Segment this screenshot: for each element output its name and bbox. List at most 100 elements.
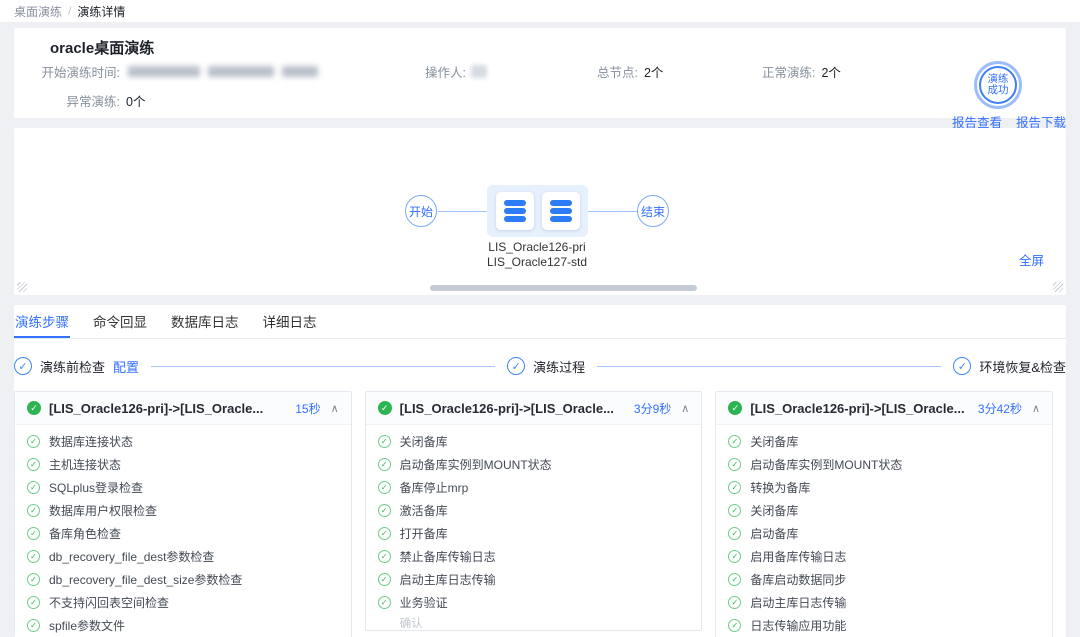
check-circle-icon: ✓ (728, 481, 741, 494)
tab-drill-steps[interactable]: 演练步骤 (14, 305, 70, 338)
check-circle-icon: ✓ (728, 504, 741, 517)
check-circle-icon: ✓ (728, 435, 741, 448)
phase-process-label: 演练过程 (533, 357, 585, 376)
drill-success-badge-text: 演练 成功 (979, 66, 1017, 104)
breadcrumb-separator: / (68, 4, 71, 18)
flow-start-node: 开始 (405, 195, 437, 227)
tab-database-log[interactable]: 数据库日志 (170, 305, 240, 338)
card-duration: 3分42秒 (978, 400, 1022, 417)
collapse-icon[interactable]: ∧ (1032, 402, 1040, 415)
resize-grip-left-icon[interactable] (17, 282, 27, 292)
list-item: ✓启用备库传输日志 (728, 545, 1040, 568)
start-time-field: 开始演练时间: (30, 62, 318, 81)
phase-restore: ✓ 环境恢复&检查 (953, 357, 1066, 376)
database-icon (504, 200, 526, 222)
list-item: ✓db_recovery_file_dest_size参数检查 (27, 568, 339, 591)
db-node-standby[interactable] (542, 192, 580, 230)
start-time-redacted-2 (208, 66, 274, 77)
flow-connector-1 (438, 211, 487, 212)
config-link[interactable]: 配置 (113, 357, 139, 376)
start-time-label: 开始演练时间: (30, 62, 120, 81)
card-header[interactable]: ✓ [LIS_Oracle126-pri]->[LIS_Oracle... 15… (15, 392, 351, 425)
normal-drill-field: 正常演练: 2个 (762, 62, 841, 81)
check-circle-icon: ✓ (378, 435, 391, 448)
node-label-standby: LIS_Oracle127-std (437, 255, 637, 270)
item-label: 关闭备库 (400, 433, 448, 450)
item-label: 启动备库 (750, 525, 798, 542)
item-label: 备库启动数据同步 (750, 571, 846, 588)
drill-detail-panel: 演练步骤 命令回显 数据库日志 详细日志 ✓ 演练前检查 配置 ✓ 演练过程 ✓… (14, 305, 1066, 637)
operator-redacted (471, 65, 487, 78)
horizontal-scrollbar[interactable] (430, 285, 697, 291)
check-circle-icon: ✓ (378, 481, 391, 494)
tab-command-echo[interactable]: 命令回显 (92, 305, 148, 338)
fullscreen-link[interactable]: 全屏 (1019, 250, 1044, 269)
collapse-icon[interactable]: ∧ (331, 402, 339, 415)
phase-restore-label: 环境恢复&检查 (979, 357, 1066, 376)
total-nodes-field: 总节点: 2个 (597, 62, 663, 81)
step-card-precheck: ✓ [LIS_Oracle126-pri]->[LIS_Oracle... 15… (14, 391, 352, 637)
breadcrumb-parent[interactable]: 桌面演练 (14, 3, 62, 20)
item-label: SQLplus登录检查 (49, 479, 143, 496)
tab-detail-log[interactable]: 详细日志 (262, 305, 318, 338)
check-circle-icon: ✓ (728, 619, 741, 632)
list-item: ✓关闭备库 (728, 499, 1040, 522)
list-item: ✓备库停止mrp (378, 476, 690, 499)
check-circle-icon: ✓ (953, 357, 971, 375)
list-item: ✓主机连接状态 (27, 453, 339, 476)
item-label: 启动备库实例到MOUNT状态 (750, 456, 902, 473)
check-circle-icon: ✓ (378, 458, 391, 471)
item-label: 关闭备库 (750, 433, 798, 450)
list-item: ✓ 关闭备库 (728, 430, 1040, 453)
start-time-redacted-1 (128, 66, 200, 77)
check-circle-icon: ✓ (378, 596, 391, 609)
card-header[interactable]: ✓ [LIS_Oracle126-pri]->[LIS_Oracle... 3分… (716, 392, 1052, 425)
item-label: 业务验证 (400, 594, 448, 611)
card-duration: 15秒 (295, 400, 320, 417)
page-title: oracle桌面演练 (50, 37, 154, 58)
node-label-primary: LIS_Oracle126-pri (437, 240, 637, 255)
drill-summary-card: oracle桌面演练 开始演练时间: 操作人: 总节点: 2个 正常演练: 2个… (14, 28, 1066, 118)
item-label: 启动备库实例到MOUNT状态 (400, 456, 552, 473)
list-item: ✓ 转换为备库 (728, 476, 1040, 499)
start-time-redacted-3 (282, 66, 318, 77)
item-label: 不支持闪回表空间检查 (49, 594, 169, 611)
item-label: 启动主库日志传输 (400, 571, 496, 588)
check-circle-icon: ✓ (27, 504, 40, 517)
topology-panel: 开始 结束 LIS_Oracle126-pri LIS_Oracle127-st… (14, 128, 1066, 295)
flow-db-node-group[interactable] (487, 185, 588, 237)
operator-label: 操作人: (425, 62, 466, 81)
check-circle-icon: ✓ (27, 435, 40, 448)
database-icon (550, 200, 572, 222)
item-label: db_recovery_file_dest_size参数检查 (49, 571, 242, 588)
check-circle-icon: ✓ (378, 504, 391, 517)
check-circle-icon: ✓ (378, 550, 391, 563)
db-node-primary[interactable] (496, 192, 534, 230)
success-circle-icon: ✓ (378, 401, 392, 415)
phase-precheck: ✓ 演练前检查 配置 (14, 357, 139, 376)
card-item-list: ✓关闭备库 ✓启动备库实例到MOUNT状态 ✓转换为备库 ✓关闭备库 ✓启动备库… (716, 425, 1052, 637)
card-header[interactable]: ✓ [LIS_Oracle126-pri]->[LIS_Oracle... 3分… (366, 392, 702, 425)
list-item: ✓禁止备库传输日志 (378, 545, 690, 568)
check-circle-icon: ✓ (728, 527, 741, 540)
card-title: [LIS_Oracle126-pri]->[LIS_Oracle... (49, 401, 287, 416)
tab-bar: 演练步骤 命令回显 数据库日志 详细日志 (14, 305, 1066, 339)
success-circle-icon: ✓ (728, 401, 742, 415)
phase-connector (597, 366, 941, 367)
list-item: ✓db_recovery_file_dest参数检查 (27, 545, 339, 568)
check-circle-icon: ✓ (27, 481, 40, 494)
item-label: 打开备库 (400, 525, 448, 542)
item-label: 转换为备库 (750, 479, 810, 496)
card-title: [LIS_Oracle126-pri]->[LIS_Oracle... (750, 401, 970, 416)
flow-connector-2 (588, 211, 637, 212)
item-label: 日志传输应用功能 (750, 617, 846, 634)
check-circle-icon: ✓ (378, 573, 391, 586)
breadcrumb: 桌面演练 / 演练详情 (0, 0, 1080, 22)
resize-grip-right-icon[interactable] (1053, 282, 1063, 292)
item-label: 激活备库 (400, 502, 448, 519)
list-item: ✓ 启动备库 (728, 522, 1040, 545)
drill-success-badge: 演练 成功 (974, 61, 1022, 109)
step-cards: ✓ [LIS_Oracle126-pri]->[LIS_Oracle... 15… (14, 391, 1066, 637)
item-label: 数据库用户权限检查 (49, 502, 157, 519)
collapse-icon[interactable]: ∧ (681, 402, 689, 415)
